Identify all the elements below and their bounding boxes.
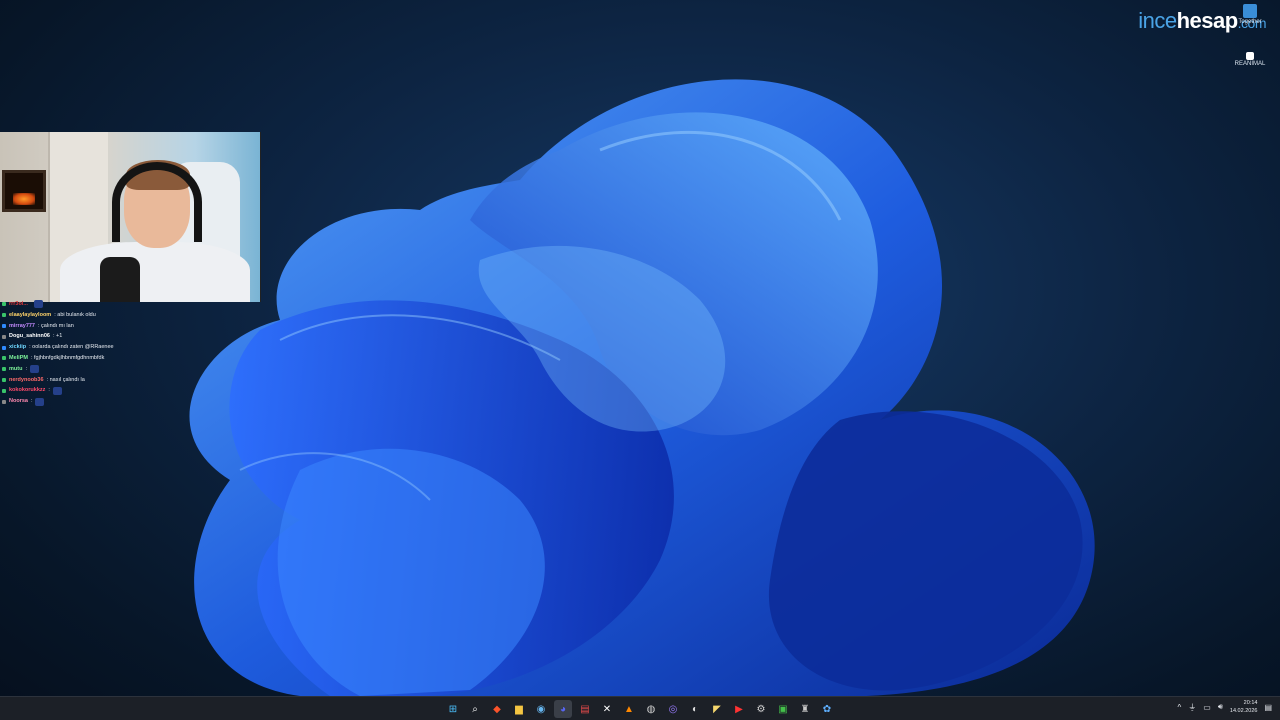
game-app-icon[interactable]: ♜ [796,700,814,718]
chat-emote-icon [35,397,45,406]
minecraft-icon[interactable]: ▣ [774,700,792,718]
chat-username[interactable]: mutu [9,364,22,375]
desktop-icon-label: Together [1238,19,1262,25]
chat-message: mutu: [2,364,262,375]
chat-badge-icon [2,345,6,350]
capcut-icon[interactable]: ✕ [598,700,616,718]
app-icon[interactable]: ✿ [818,700,836,718]
together-app-icon [1243,4,1257,18]
chat-username[interactable]: mirray777 [9,321,35,332]
chat-badge-icon [2,302,6,307]
chat-emote-icon [29,365,39,374]
taskbar-apps: ⊞ ⌕ ◆ ▆ ◉ ◕ ▤ ✕ ▲ ◍ ◎ ◐ ◤ ▶ ⚙ ▣ ♜ ✿ [444,700,836,718]
chat-text: : fgjhbnfgdkjlhbnmfgdhnmbfdk [30,354,105,361]
chat-username[interactable]: rrr3ol... [9,299,28,310]
chat-message: kokokorukkzz: [2,385,262,396]
desktop-icon-label: REANIMAL [1234,61,1266,67]
chat-text: : [48,387,50,394]
chat-text: : [30,398,33,405]
vlc-icon[interactable]: ▲ [620,700,638,718]
start-icon[interactable]: ⊞ [444,700,462,718]
microphone-image [100,257,140,302]
chat-text: : [25,365,27,372]
chat-badge-icon [2,334,6,339]
chat-badge-icon [2,323,6,328]
chat-badge-icon [2,313,6,318]
chat-badge-icon [2,388,6,393]
chat-username[interactable]: MeliPM [9,353,28,364]
taskbar: ⊞ ⌕ ◆ ▆ ◉ ◕ ▤ ✕ ▲ ◍ ◎ ◐ ◤ ▶ ⚙ ▣ ♜ ✿ ^ ⏚ ▭ 🔊︎ 20:14 14.02.… [0,696,1280,720]
discord-icon[interactable]: ◕ [554,700,572,718]
search-icon[interactable]: ⌕ [466,700,484,718]
chat-text: : +1 [52,333,63,340]
chat-text: : abi bulanık oldu [54,311,96,318]
desktop-icon-together[interactable]: Together [1226,4,1274,25]
desktop-icon-reanimal[interactable]: REANIMAL [1226,52,1274,67]
clock-time: 20:14 [1243,700,1258,706]
obs-icon[interactable]: ◍ [642,700,660,718]
chat-username[interactable]: Noorsa [9,396,28,407]
chat-message: xickiip: oolarda çalındı zaten @RRaenee [2,342,262,353]
settings-icon[interactable]: ⚙ [752,700,770,718]
stream-app-icon[interactable]: ▤ [576,700,594,718]
notification-icon[interactable]: ▤ [1264,703,1272,712]
chat-message: MeliPM: fgjhbnfgdkjlhbnmfgdhnmbfdk [2,353,262,364]
tray-overflow-chevron-icon[interactable]: ^ [1178,703,1182,712]
youtube-icon[interactable]: ▶ [730,700,748,718]
chat-message: Noorsa: [2,396,262,407]
headset-image [112,162,202,242]
brave-icon[interactable]: ◆ [488,700,506,718]
reanimal-app-icon [1246,52,1254,60]
chat-text: : çalındı mı lan [38,322,74,329]
usb-icon[interactable]: ⏚ [1188,702,1196,713]
chat-message: rrr3ol... [2,299,262,310]
fireplace-image [2,170,46,212]
file-explorer-icon[interactable]: ▆ [510,700,528,718]
chat-badge-icon [2,356,6,361]
chat-username[interactable]: elaaylaylayloom [9,310,51,321]
chat-message: Dogu_sahinn06: +1 [2,331,262,342]
webcam-overlay [0,132,261,302]
volume-icon[interactable]: 🔊︎ [1218,702,1223,712]
network-icon[interactable]: ▭ [1203,703,1211,712]
ticket-app-icon[interactable]: ◤ [708,700,726,718]
chat-message: mirray777: çalındı mı lan [2,321,262,332]
chat-username[interactable]: Dogu_sahinn06 [9,331,50,342]
chat-emote-icon [33,300,43,309]
system-tray: ^ ⏚ ▭ 🔊︎ 20:14 14.02.2026 ▤ [1178,699,1272,715]
chat-badge-icon [2,377,6,382]
chrome-icon[interactable]: ◐ [686,700,704,718]
chat-badge-icon [2,399,6,404]
streamer-body [60,242,250,302]
steam-icon[interactable]: ◉ [532,700,550,718]
chat-username[interactable]: kokokorukkzz [9,385,45,396]
chat-username[interactable]: xickiip [9,342,26,353]
chat-message: nerdynoob36: nasıl çalındı la [2,375,262,386]
chat-emote-icon [52,386,62,395]
watermark-part1: ince [1138,8,1177,33]
chat-text: : nasıl çalındı la [46,376,85,383]
clock-date: 14.02.2026 [1229,708,1258,714]
chat-message: elaaylaylayloom: abi bulanık oldu [2,310,262,321]
radial-app-icon[interactable]: ◎ [664,700,682,718]
chat-username[interactable]: nerdynoob36 [9,375,44,386]
stream-chat-overlay: rrr3ol... elaaylaylayloom: abi bulanık ol… [2,299,262,407]
chat-text: : oolarda çalındı zaten @RRaenee [29,344,114,351]
clock[interactable]: 20:14 14.02.2026 [1230,699,1258,715]
chat-badge-icon [2,367,6,372]
